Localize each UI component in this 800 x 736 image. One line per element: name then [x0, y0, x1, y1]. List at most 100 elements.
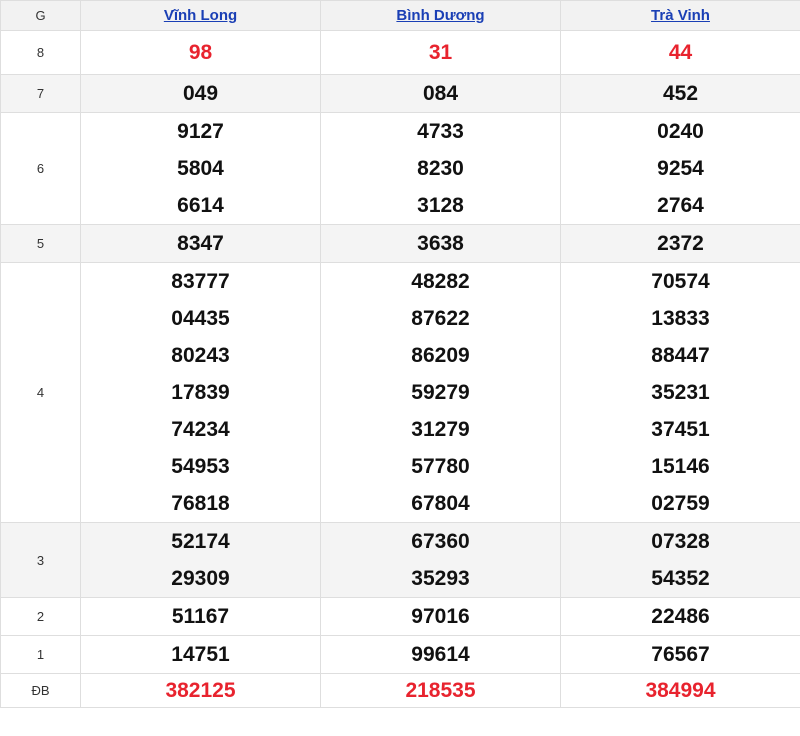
- province-header: Vĩnh Long: [80, 0, 321, 31]
- result-cell: 51167: [80, 597, 321, 636]
- result-cell: 97016: [320, 597, 561, 636]
- province-link-tra-vinh[interactable]: Trà Vinh: [651, 7, 710, 24]
- result-number: 31: [428, 41, 453, 64]
- result-number: 9127: [177, 120, 224, 143]
- result-number: 67360: [411, 530, 470, 553]
- result-number: 48282: [411, 270, 470, 293]
- result-number: 99614: [411, 643, 470, 666]
- result-cell: 452: [560, 74, 800, 113]
- result-number: 04435: [171, 307, 230, 330]
- result-number: 5804: [177, 157, 224, 180]
- result-number: 4733: [417, 120, 464, 143]
- result-cell: 218535: [320, 673, 561, 708]
- result-number: 02759: [651, 492, 710, 515]
- prize-label: 6: [0, 112, 81, 225]
- result-number: 084: [422, 82, 459, 105]
- result-number: 70574: [651, 270, 710, 293]
- result-number: 22486: [651, 605, 710, 628]
- result-cell: 98: [80, 30, 321, 75]
- lottery-results-table: G Vĩnh Long Bình Dương Trà Vinh 8 98 31 …: [0, 0, 800, 708]
- prize-row-special: ĐB 382125 218535 384994: [0, 673, 800, 708]
- result-cell: 8347: [80, 224, 321, 263]
- result-number: 15146: [651, 455, 710, 478]
- result-cell: 44: [560, 30, 800, 75]
- province-link-vinh-long[interactable]: Vĩnh Long: [164, 7, 237, 24]
- result-number: 54953: [171, 455, 230, 478]
- result-number: 13833: [651, 307, 710, 330]
- result-number: 67804: [411, 492, 470, 515]
- result-cell: 384994: [560, 673, 800, 708]
- result-number: 97016: [411, 605, 470, 628]
- province-link-binh-duong[interactable]: Bình Dương: [396, 7, 484, 24]
- result-number: 88447: [651, 344, 710, 367]
- result-number: 452: [662, 82, 699, 105]
- prize-label: ĐB: [0, 673, 81, 708]
- prize-row-4: 4 83777 04435 80243 17839 74234 54953 76…: [0, 262, 800, 523]
- result-number: 3638: [417, 232, 464, 255]
- result-number: 384994: [645, 679, 716, 702]
- result-number: 2372: [657, 232, 704, 255]
- prize-label: 5: [0, 224, 81, 263]
- result-number: 87622: [411, 307, 470, 330]
- result-cell: 2372: [560, 224, 800, 263]
- result-number: 57780: [411, 455, 470, 478]
- result-cell: 9127 5804 6614: [80, 112, 321, 225]
- result-cell: 07328 54352: [560, 522, 800, 598]
- result-number: 218535: [405, 679, 476, 702]
- prize-row-8: 8 98 31 44: [0, 30, 800, 75]
- result-cell: 22486: [560, 597, 800, 636]
- prize-row-7: 7 049 084 452: [0, 74, 800, 113]
- result-number: 29309: [171, 567, 230, 590]
- result-number: 35293: [411, 567, 470, 590]
- prize-row-3: 3 52174 29309 67360 35293 07328 54352: [0, 522, 800, 598]
- result-number: 83777: [171, 270, 230, 293]
- prize-label: 4: [0, 262, 81, 523]
- result-number: 8347: [177, 232, 224, 255]
- result-cell: 76567: [560, 635, 800, 674]
- result-cell: 99614: [320, 635, 561, 674]
- result-number: 14751: [171, 643, 230, 666]
- result-number: 049: [182, 82, 219, 105]
- result-number: 76567: [651, 643, 710, 666]
- result-cell: 31: [320, 30, 561, 75]
- result-number: 80243: [171, 344, 230, 367]
- province-header: Trà Vinh: [560, 0, 800, 31]
- result-number: 35231: [651, 381, 710, 404]
- province-header: Bình Dương: [320, 0, 561, 31]
- result-number: 2764: [657, 194, 704, 217]
- prize-label: 3: [0, 522, 81, 598]
- result-cell: 48282 87622 86209 59279 31279 57780 6780…: [320, 262, 561, 523]
- result-number: 59279: [411, 381, 470, 404]
- result-number: 6614: [177, 194, 224, 217]
- result-number: 98: [188, 41, 213, 64]
- prize-label: 2: [0, 597, 81, 636]
- result-number: 17839: [171, 381, 230, 404]
- result-number: 07328: [651, 530, 710, 553]
- result-number: 76818: [171, 492, 230, 515]
- result-cell: 084: [320, 74, 561, 113]
- result-number: 54352: [651, 567, 710, 590]
- prize-column-header: G: [0, 0, 81, 31]
- result-number: 31279: [411, 418, 470, 441]
- result-cell: 049: [80, 74, 321, 113]
- prize-label: 1: [0, 635, 81, 674]
- prize-row-1: 1 14751 99614 76567: [0, 635, 800, 674]
- result-cell: 67360 35293: [320, 522, 561, 598]
- result-number: 86209: [411, 344, 470, 367]
- result-cell: 14751: [80, 635, 321, 674]
- prize-row-5: 5 8347 3638 2372: [0, 224, 800, 263]
- result-number: 44: [668, 41, 693, 64]
- result-cell: 52174 29309: [80, 522, 321, 598]
- header-row: G Vĩnh Long Bình Dương Trà Vinh: [0, 0, 800, 31]
- result-cell: 3638: [320, 224, 561, 263]
- result-cell: 4733 8230 3128: [320, 112, 561, 225]
- result-cell: 83777 04435 80243 17839 74234 54953 7681…: [80, 262, 321, 523]
- result-number: 37451: [651, 418, 710, 441]
- result-number: 0240: [657, 120, 704, 143]
- prize-row-6: 6 9127 5804 6614 4733 8230 3128 0240 925…: [0, 112, 800, 225]
- result-number: 74234: [171, 418, 230, 441]
- result-number: 8230: [417, 157, 464, 180]
- result-number: 52174: [171, 530, 230, 553]
- result-number: 9254: [657, 157, 704, 180]
- result-number: 3128: [417, 194, 464, 217]
